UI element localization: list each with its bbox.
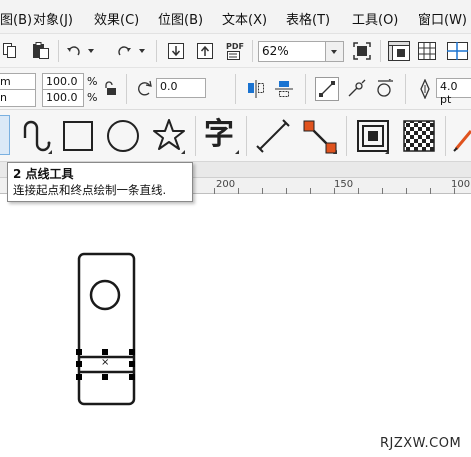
menu-effects[interactable]: 效果(C) <box>94 9 139 28</box>
curve-tool-icon[interactable] <box>18 118 54 154</box>
star-tool-icon[interactable] <box>152 118 186 152</box>
height-unit: n <box>0 91 7 104</box>
tangent-line-icon[interactable] <box>375 79 395 99</box>
property-bar: m n 100.0 100.0 % % 0.0 4.0 pt <box>0 68 471 110</box>
grid-icon[interactable] <box>418 42 436 60</box>
menu-tools[interactable]: 工具(O) <box>352 9 398 28</box>
circle-shape[interactable] <box>89 279 121 311</box>
menu-bitmaps[interactable]: 位图(B) <box>158 9 203 28</box>
perpendicular-line-icon[interactable] <box>347 79 367 99</box>
transparency-tool-icon[interactable] <box>402 119 436 153</box>
guidelines-icon[interactable] <box>447 42 471 60</box>
ruler-tick <box>358 188 359 194</box>
text-tool-icon[interactable]: 字 <box>204 118 234 152</box>
ruler-tick <box>310 188 311 194</box>
publish-pdf-icon[interactable]: PDF <box>224 42 244 62</box>
scale-y-percent: % <box>87 91 98 104</box>
separator <box>346 116 347 156</box>
pen-nib-icon <box>420 79 430 99</box>
redo-icon[interactable] <box>116 43 132 59</box>
tool-tooltip: 2 点线工具 连接起点和终点绘制一条直线. <box>7 162 193 202</box>
mirror-vertical-icon[interactable] <box>274 79 294 99</box>
scale-x-percent: % <box>87 75 98 88</box>
selection-center-mark: × <box>101 357 110 368</box>
tooltip-description: 连接起点和终点绘制一条直线. <box>13 183 167 197</box>
contour-tool-icon[interactable] <box>356 119 390 153</box>
mirror-horizontal-icon[interactable] <box>246 79 266 99</box>
outline-width-input[interactable]: 4.0 pt <box>436 78 471 106</box>
rectangle-tool-icon[interactable] <box>62 120 94 152</box>
pdf-label: PDF <box>226 42 244 51</box>
ruler-label-100: 100 <box>451 179 471 190</box>
height-field[interactable]: n <box>0 89 36 107</box>
copy-icon[interactable] <box>3 43 17 59</box>
straight-line-icon <box>319 81 335 97</box>
import-icon[interactable] <box>167 42 185 60</box>
zoom-dropdown-button[interactable] <box>326 41 344 62</box>
undo-dropdown-icon[interactable] <box>88 49 94 53</box>
full-screen-icon[interactable] <box>353 42 371 60</box>
separator <box>195 116 196 156</box>
paste-icon[interactable] <box>32 42 50 60</box>
ruler-tick <box>406 188 407 194</box>
site-watermark: RJZXW.COM <box>380 436 462 451</box>
separator <box>252 40 253 62</box>
rounded-rectangle-shape[interactable] <box>77 252 136 406</box>
export-icon[interactable] <box>196 42 214 60</box>
chevron-down-icon <box>331 50 337 54</box>
text-flyout-icon[interactable] <box>235 150 239 154</box>
eyedropper-tool-icon[interactable] <box>452 119 471 153</box>
ruler-label-150: 150 <box>334 179 354 190</box>
contour-flyout-icon[interactable] <box>385 150 389 154</box>
separator <box>405 74 406 104</box>
drawing-canvas[interactable]: × <box>0 195 471 457</box>
separator <box>58 40 59 62</box>
line-mode-button[interactable] <box>315 77 339 101</box>
menu-bitmap-partial[interactable]: 图(B) <box>0 9 32 28</box>
separator <box>380 40 381 62</box>
separator <box>235 74 236 104</box>
menu-bar: 图(B) 对象(J) 效果(C) 位图(B) 文本(X) 表格(T) 工具(O)… <box>0 0 471 34</box>
menu-window[interactable]: 窗口(W) <box>418 9 467 28</box>
connector-flyout-icon[interactable] <box>333 150 337 154</box>
rulers-icon[interactable] <box>388 41 410 61</box>
dimension-tool-icon[interactable] <box>256 119 290 153</box>
separator <box>445 116 446 156</box>
tooltip-title: 2 点线工具 <box>13 167 74 181</box>
drawing-svg <box>76 252 136 406</box>
rotate-icon <box>138 80 152 96</box>
ruler-tick <box>430 188 431 194</box>
menu-table[interactable]: 表格(T) <box>286 9 330 28</box>
toolbox: 字 <box>0 110 471 162</box>
standard-toolbar: PDF 62% <box>0 34 471 68</box>
separator <box>305 74 306 104</box>
separator <box>246 116 247 156</box>
undo-icon[interactable] <box>66 43 82 59</box>
redo-dropdown-icon[interactable] <box>139 49 145 53</box>
ruler-tick <box>382 188 383 194</box>
lock-ratio-icon[interactable] <box>103 81 117 97</box>
ruler-tick <box>262 188 263 194</box>
zoom-level-input[interactable]: 62% <box>258 41 326 62</box>
ruler-tick <box>214 188 215 194</box>
separator <box>156 40 157 62</box>
star-flyout-icon[interactable] <box>181 150 185 154</box>
selected-tool-button[interactable] <box>0 115 10 155</box>
ruler-label-200: 200 <box>216 179 236 190</box>
curve-flyout-icon[interactable] <box>48 150 52 154</box>
menu-object[interactable]: 对象(J) <box>33 9 73 28</box>
ruler-tick <box>238 188 239 194</box>
rotation-angle-input[interactable]: 0.0 <box>156 78 206 98</box>
ruler-tick <box>286 188 287 194</box>
separator <box>126 74 127 104</box>
ellipse-tool-icon[interactable] <box>106 119 140 153</box>
scale-y-input[interactable]: 100.0 <box>42 89 84 107</box>
menu-text[interactable]: 文本(X) <box>222 9 267 28</box>
width-unit: m <box>0 75 11 88</box>
